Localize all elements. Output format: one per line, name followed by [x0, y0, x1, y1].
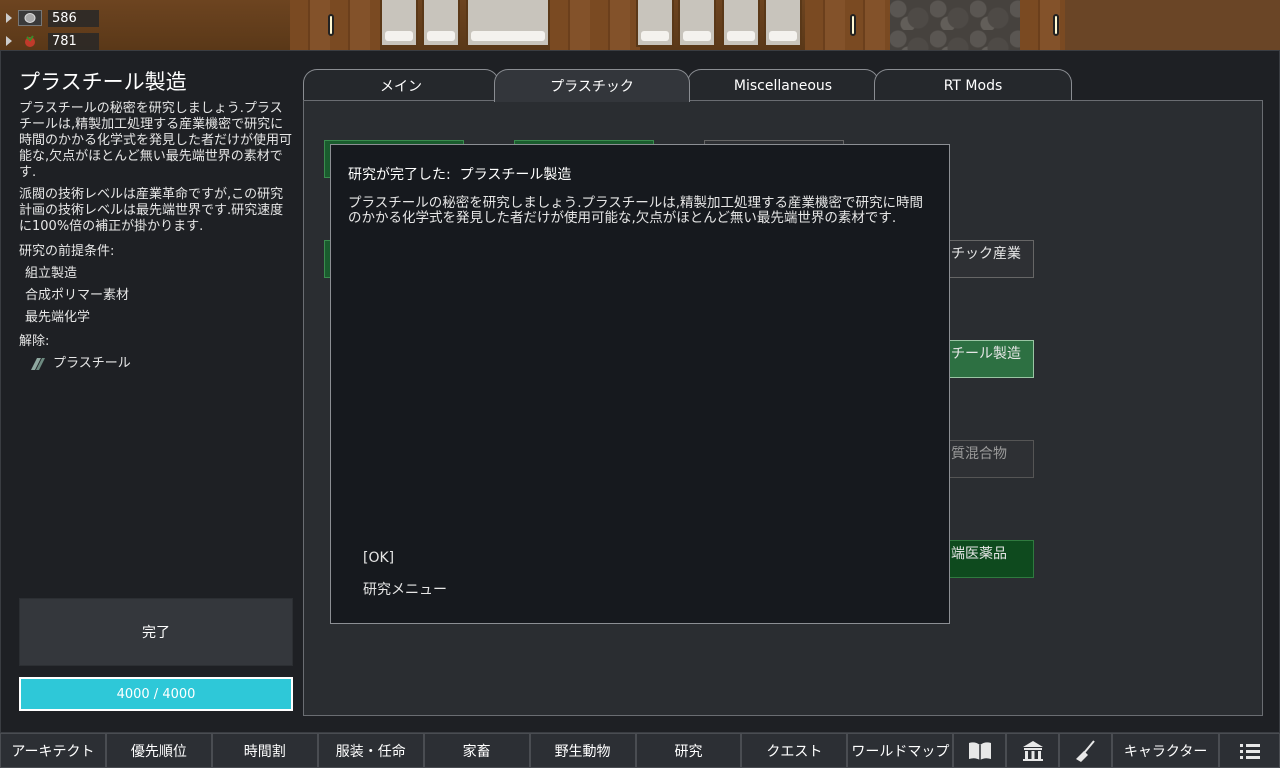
assign-button[interactable]: 服装・任命 — [317, 733, 424, 768]
tab-main[interactable]: メイン — [303, 69, 499, 101]
unlock-item[interactable]: プラスチール — [19, 353, 295, 375]
world-map-button[interactable]: ワールドマップ — [847, 733, 954, 768]
silver-icon — [18, 10, 42, 26]
dialog-body: プラスチールの秘密を研究しましょう.プラスチールは,精製加工処理する産業機密で研… — [348, 195, 924, 226]
project-info-panel: プラスチール製造 プラスチールの秘密を研究しましょう.プラスチールは,精製加工処… — [19, 69, 295, 375]
project-title: プラスチール製造 — [19, 70, 187, 94]
schedule-button[interactable]: 時間割 — [211, 733, 318, 768]
menu-list-icon[interactable] — [1219, 733, 1280, 768]
world-view[interactable]: 586 781 — [0, 0, 1280, 50]
prerequisite-item: 最先端化学 — [25, 310, 91, 325]
unlocks-label: 解除: — [19, 334, 50, 349]
food-icon — [18, 33, 42, 49]
silver-amount: 586 — [48, 9, 99, 27]
main-tab-bar: アーキテクト 優先順位 時間割 服装・任命 家畜 野生動物 研究 クエスト ワー… — [0, 733, 1280, 768]
prerequisites-label: 研究の前提条件: — [19, 244, 115, 259]
characters-button[interactable]: キャラクター — [1112, 733, 1220, 768]
architect-button[interactable]: アーキテクト — [0, 733, 106, 768]
broom-icon[interactable] — [1059, 733, 1113, 768]
expand-arrow-icon[interactable] — [6, 36, 12, 46]
research-complete-dialog: 研究が完了した: プラスチール製造 プラスチールの秘密を研究しましょう.プラスチ… — [330, 144, 950, 624]
resource-food[interactable]: 781 — [6, 31, 99, 50]
animals-button[interactable]: 家畜 — [423, 733, 530, 768]
research-button[interactable]: 研究 — [635, 733, 742, 768]
plasteel-icon — [31, 358, 45, 370]
dialog-title: 研究が完了した: プラスチール製造 — [348, 167, 572, 183]
ok-option[interactable]: [OK] — [363, 550, 394, 566]
history-book-icon[interactable] — [953, 733, 1007, 768]
research-menu-option[interactable]: 研究メニュー — [363, 579, 447, 599]
wildlife-button[interactable]: 野生動物 — [529, 733, 636, 768]
tab-rt-mods[interactable]: RT Mods — [874, 69, 1072, 101]
tab-miscellaneous[interactable]: Miscellaneous — [687, 69, 879, 101]
prerequisite-item: 組立製造 — [25, 266, 78, 281]
food-amount: 781 — [48, 32, 99, 50]
prerequisite-item: 合成ポリマー素材 — [25, 288, 130, 303]
research-progress-bar: 4000 / 4000 — [19, 677, 293, 711]
quests-button[interactable]: クエスト — [741, 733, 848, 768]
complete-button[interactable]: 完了 — [19, 598, 293, 666]
expand-arrow-icon[interactable] — [6, 13, 12, 23]
unlock-item-label: プラスチール — [53, 356, 131, 371]
priority-button[interactable]: 優先順位 — [105, 733, 212, 768]
tech-level-note: 派閥の技術レベルは産業革命ですが,この研究計画の技術レベルは最先端世界です.研究… — [19, 187, 284, 234]
tab-plastics[interactable]: プラスチック — [494, 69, 690, 102]
resource-silver[interactable]: 586 — [6, 8, 99, 28]
factions-building-icon[interactable] — [1006, 733, 1060, 768]
progress-text: 4000 / 4000 — [116, 686, 196, 702]
project-description: プラスチールの秘密を研究しましょう.プラスチールは,精製加工処理する産業機密で研… — [19, 101, 293, 180]
